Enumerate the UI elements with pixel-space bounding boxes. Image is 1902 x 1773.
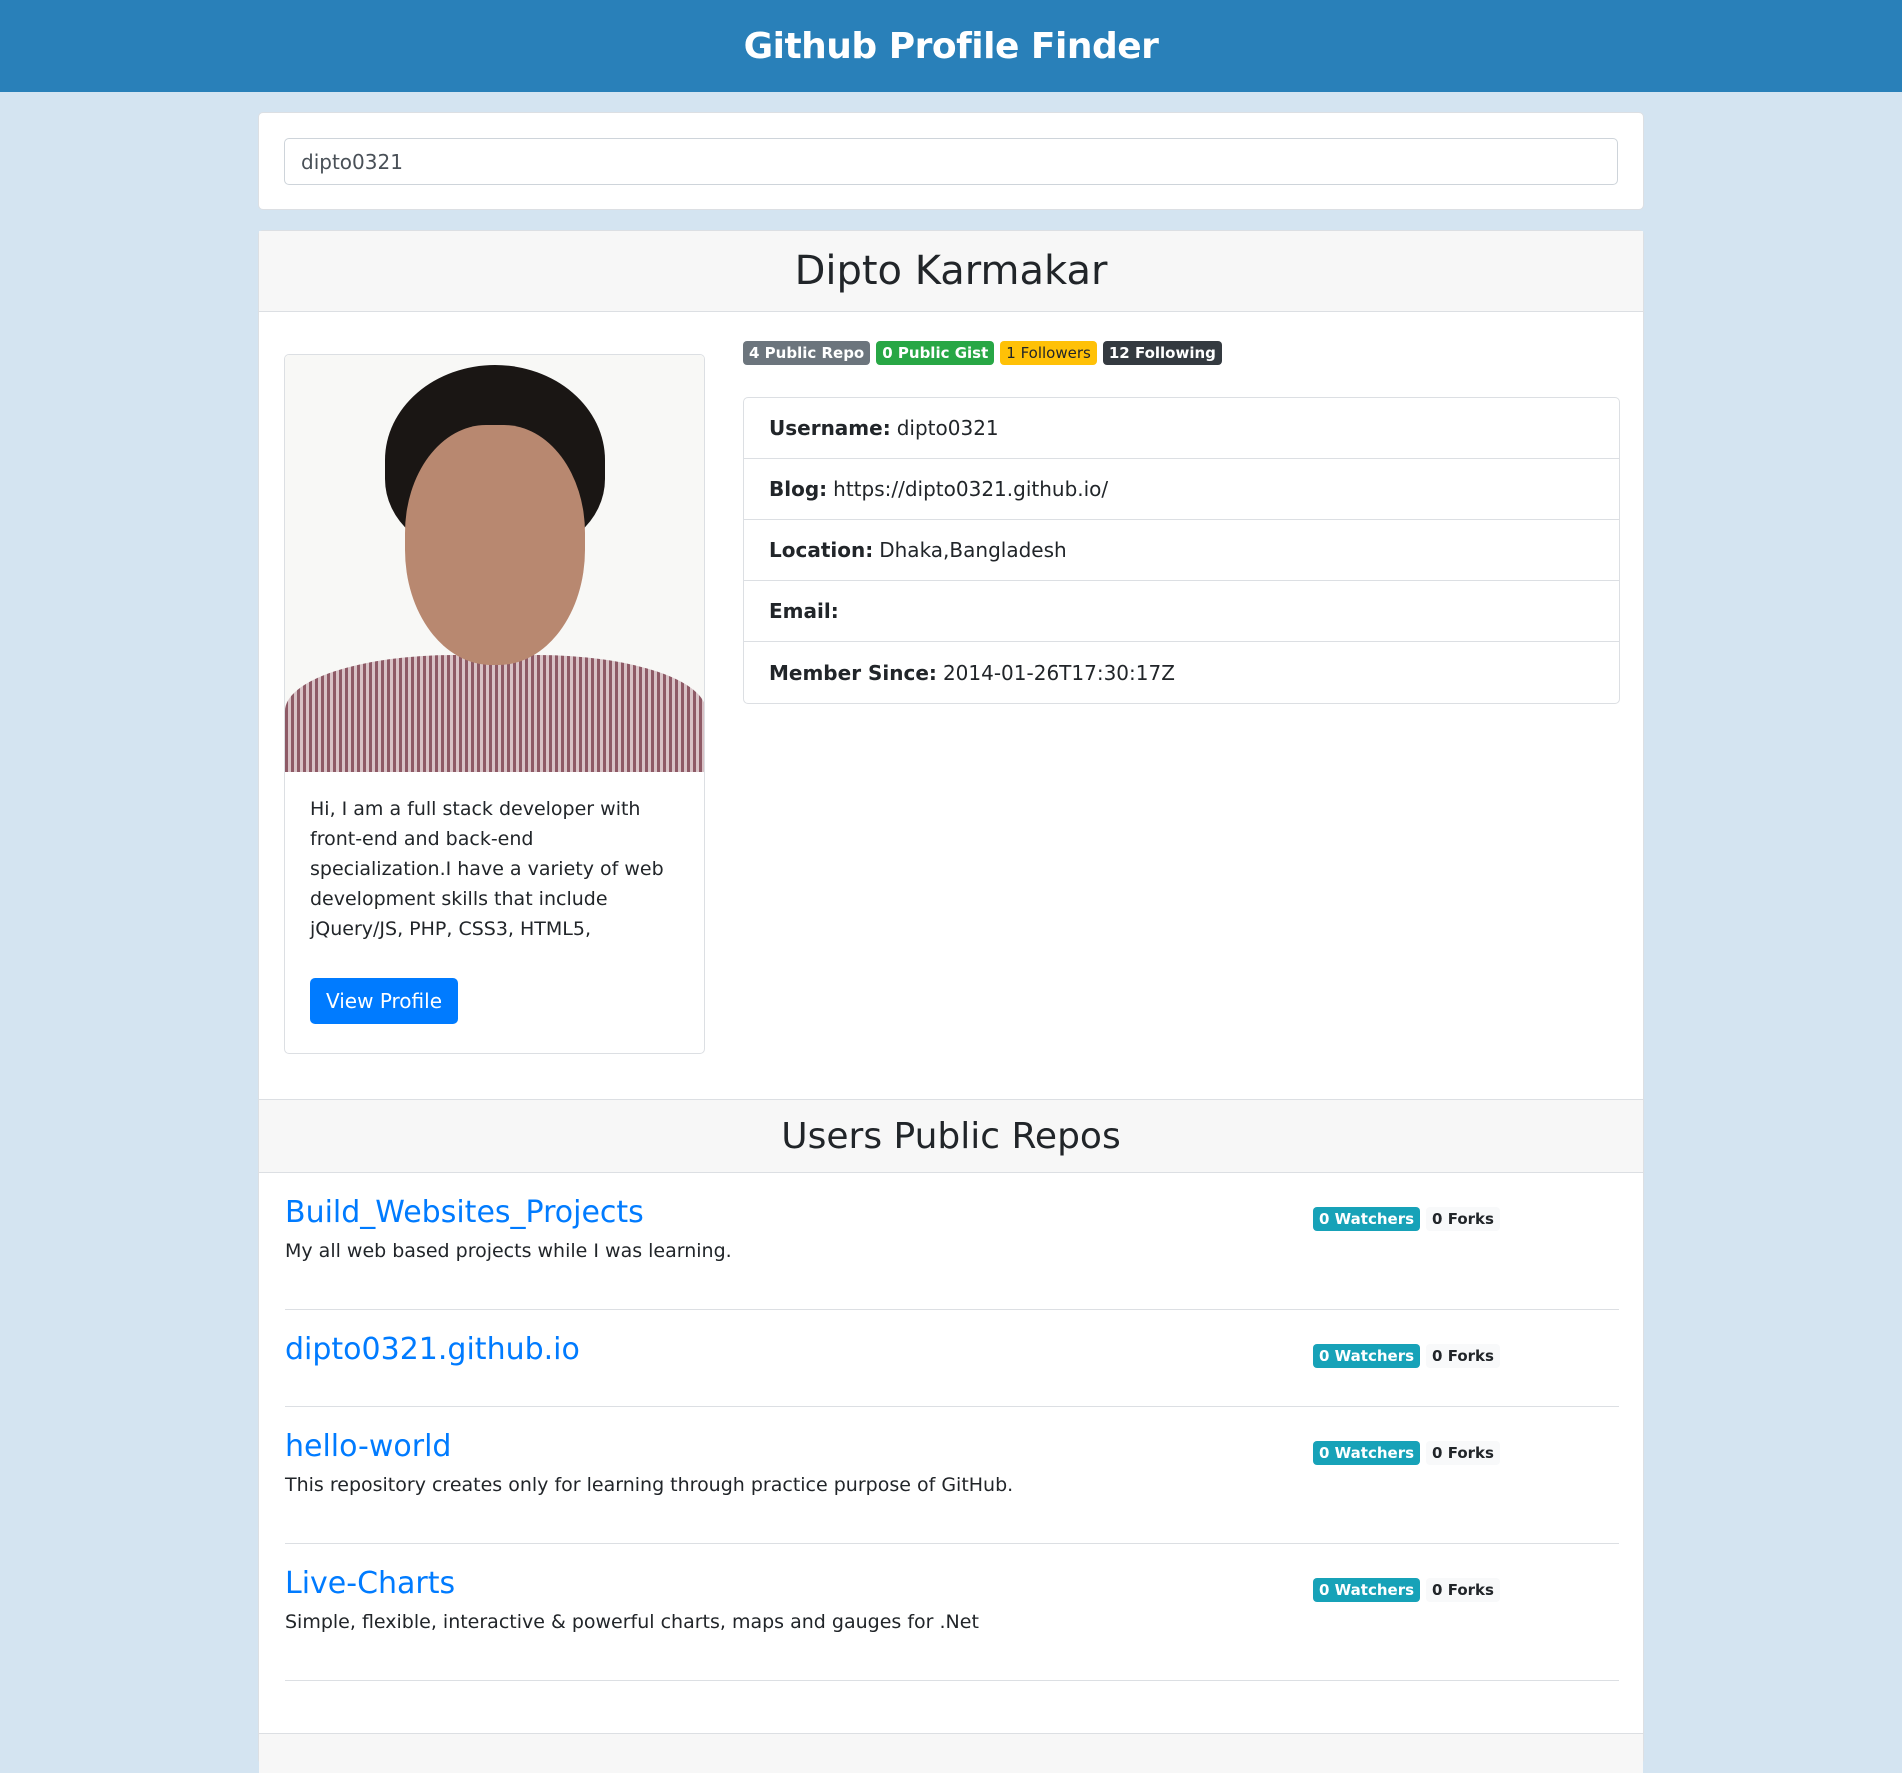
watchers-badge: 0 Watchers <box>1313 1441 1421 1465</box>
label: Email: <box>769 599 839 623</box>
repo-item: Build_Websites_Projects My all web based… <box>285 1173 1619 1310</box>
repos-title: Users Public Repos <box>259 1099 1643 1173</box>
repo-item: dipto0321.github.io 0 Watchers 0 Forks <box>285 1310 1619 1407</box>
profile-card: Dipto Karmakar Hi, I am a full stack dev… <box>258 230 1644 1773</box>
search-input[interactable] <box>284 138 1618 185</box>
forks-badge: 0 Forks <box>1426 1578 1500 1602</box>
repo-item: hello-world This repository creates only… <box>285 1407 1619 1544</box>
repo-item: Live-Charts Simple, flexible, interactiv… <box>285 1544 1619 1681</box>
repo-list: Build_Websites_Projects My all web based… <box>285 1173 1619 1681</box>
stats-badges: 4 Public Repo 0 Public Gist 1 Followers … <box>743 341 1222 365</box>
app-title: Github Profile Finder <box>743 25 1159 67</box>
detail-username: Username: dipto0321 <box>744 398 1619 459</box>
card-footer <box>259 1733 1643 1773</box>
label: Location: <box>769 538 874 562</box>
value: 2014-01-26T17:30:17Z <box>942 660 1175 685</box>
avatar <box>285 355 704 772</box>
badge-public-repo: 4 Public Repo <box>743 341 871 365</box>
value: dipto0321 <box>896 416 999 440</box>
watchers-badge: 0 Watchers <box>1313 1344 1421 1368</box>
search-card <box>258 112 1644 210</box>
badge-followers: 1 Followers <box>1000 341 1097 365</box>
navbar: Github Profile Finder <box>0 0 1902 92</box>
view-profile-button[interactable]: View Profile <box>310 978 459 1024</box>
label: Blog: <box>769 477 828 501</box>
forks-badge: 0 Forks <box>1426 1344 1500 1368</box>
badge-following: 12 Following <box>1102 341 1222 365</box>
detail-location: Location: Dhaka,Bangladesh <box>744 520 1619 581</box>
profile-name: Dipto Karmakar <box>259 231 1643 312</box>
forks-badge: 0 Forks <box>1426 1207 1500 1231</box>
forks-badge: 0 Forks <box>1426 1441 1500 1465</box>
detail-blog: Blog: https://dipto0321.github.io/ <box>744 459 1619 520</box>
repo-description: This repository creates only for learnin… <box>285 1474 1014 1496</box>
bio: Hi, I am a full stack developer with fro… <box>310 798 664 940</box>
value: https://dipto0321.github.io/ <box>833 477 1109 501</box>
detail-email: Email: <box>744 581 1619 642</box>
badge-public-gist: 0 Public Gist <box>876 341 995 365</box>
repo-description: My all web based projects while I was le… <box>285 1240 732 1262</box>
repo-description: Simple, flexible, interactive & powerful… <box>285 1611 979 1633</box>
detail-member-since: Member Since: 2014-01-26T17:30:17Z <box>744 642 1619 703</box>
watchers-badge: 0 Watchers <box>1313 1207 1421 1231</box>
label: Username: <box>769 416 891 440</box>
watchers-badge: 0 Watchers <box>1313 1578 1421 1602</box>
details-list: Username: dipto0321 Blog: https://dipto032… <box>743 397 1620 704</box>
label: Member Since: <box>769 660 937 685</box>
avatar-card: Hi, I am a full stack developer with fro… <box>284 354 705 1054</box>
value: Dhaka,Bangladesh <box>879 538 1067 562</box>
